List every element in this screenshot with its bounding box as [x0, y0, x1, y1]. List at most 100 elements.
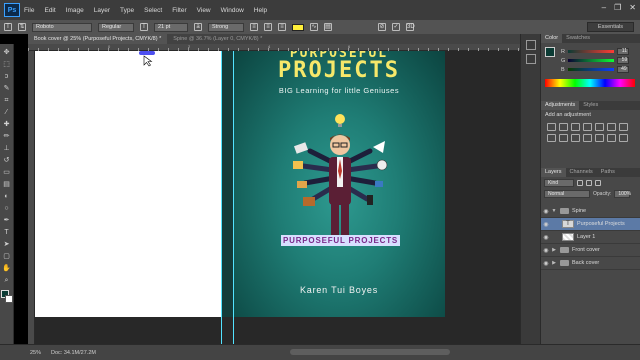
layer-row-spine[interactable]: ◉ ▼ Spine: [541, 205, 640, 218]
3d-icon[interactable]: 3D: [406, 23, 415, 31]
curves-icon[interactable]: [571, 123, 580, 131]
color-lookup-icon[interactable]: [583, 134, 592, 142]
tab-layers[interactable]: Layers: [541, 168, 566, 177]
character-panel-icon[interactable]: ▤: [324, 23, 332, 31]
menu-item-file[interactable]: File: [24, 7, 34, 14]
posterize-icon[interactable]: [607, 134, 616, 142]
type-tool-icon[interactable]: T: [2, 228, 11, 237]
blue-value[interactable]: 49: [616, 66, 629, 73]
gradient-tool-icon[interactable]: ▤: [2, 180, 11, 189]
canvas-workspace[interactable]: PURPOSEFUL PROJECTS BIG Learning for lit…: [35, 51, 520, 345]
menu-item-type[interactable]: Type: [120, 7, 134, 14]
eraser-tool-icon[interactable]: ▭: [2, 168, 11, 177]
menu-item-window[interactable]: Window: [221, 7, 244, 14]
guide-line[interactable]: [221, 51, 222, 345]
antialias-select[interactable]: Strong: [208, 22, 244, 32]
brush-tool-icon[interactable]: ✏: [2, 132, 11, 141]
purposeful-projects-text-layer[interactable]: PURPOSEFUL PROJECTS: [281, 235, 401, 246]
doc-size[interactable]: Doc: 34.1M/27.2M: [51, 350, 96, 356]
tab-channels[interactable]: Channels: [566, 168, 597, 177]
opacity-input[interactable]: 100%: [614, 190, 631, 198]
horizontal-scrollbar[interactable]: [290, 349, 450, 355]
spine-area[interactable]: [221, 51, 233, 317]
back-cover-area[interactable]: [35, 51, 221, 317]
blur-tool-icon[interactable]: ◐: [2, 192, 11, 201]
tab-spine[interactable]: Spine @ 36.7% (Layer 0, CMYK/8) *: [167, 34, 268, 44]
move-tool-icon[interactable]: ✥: [2, 48, 11, 57]
history-icon[interactable]: [525, 40, 536, 50]
threshold-icon[interactable]: [619, 134, 628, 142]
menu-item-filter[interactable]: Filter: [172, 7, 186, 14]
menu-item-edit[interactable]: Edit: [44, 7, 55, 14]
font-family-select[interactable]: Roboto: [32, 22, 92, 32]
align-right-icon[interactable]: ≡: [278, 23, 286, 31]
text-color-swatch[interactable]: [292, 23, 304, 31]
lasso-tool-icon[interactable]: ↄ: [2, 72, 11, 81]
zoom-level[interactable]: 25%: [30, 350, 41, 356]
red-slider[interactable]: [567, 50, 614, 53]
tab-book-cover[interactable]: Book cover @ 25% (Purposeful Projects, C…: [28, 34, 168, 44]
quick-select-tool-icon[interactable]: ✎: [2, 84, 11, 93]
pen-tool-icon[interactable]: ✒: [2, 216, 11, 225]
invert-icon[interactable]: [595, 134, 604, 142]
font-style-select[interactable]: Regular: [98, 22, 134, 32]
filter-type-icon[interactable]: [595, 180, 601, 186]
tab-styles[interactable]: Styles: [579, 101, 602, 110]
restore-icon[interactable]: ❐: [614, 3, 621, 12]
menu-item-view[interactable]: View: [197, 7, 211, 14]
healing-tool-icon[interactable]: ✚: [2, 120, 11, 129]
crop-tool-icon[interactable]: ⌗: [2, 96, 11, 105]
type-tool-icon[interactable]: T: [4, 23, 12, 31]
collapsed-arrow-icon[interactable]: ▶: [551, 247, 557, 253]
close-icon[interactable]: ✕: [629, 3, 636, 12]
menu-item-select[interactable]: Select: [144, 7, 162, 14]
green-slider[interactable]: [568, 59, 615, 62]
foreground-swatch[interactable]: [545, 47, 555, 57]
eyedropper-tool-icon[interactable]: ⁄: [2, 108, 11, 117]
layer-row-layer-1[interactable]: ◉ Layer 1: [541, 231, 640, 244]
warp-text-icon[interactable]: ∿: [310, 23, 318, 31]
hue-icon[interactable]: [607, 123, 616, 131]
hand-tool-icon[interactable]: ✋: [2, 264, 11, 273]
dodge-tool-icon[interactable]: ○: [2, 204, 11, 213]
layer-kind-filter[interactable]: Kind: [544, 179, 574, 187]
brightness-icon[interactable]: [547, 123, 556, 131]
visibility-eye-icon[interactable]: ◉: [541, 234, 551, 241]
filter-pixel-icon[interactable]: [577, 180, 583, 186]
align-left-icon[interactable]: ≡: [250, 23, 258, 31]
cancel-icon[interactable]: ⊘: [378, 23, 386, 31]
shape-tool-icon[interactable]: ▢: [2, 252, 11, 261]
black-white-icon[interactable]: [547, 134, 556, 142]
properties-icon[interactable]: [525, 54, 536, 64]
filter-adjust-icon[interactable]: [586, 180, 592, 186]
history-brush-tool-icon[interactable]: ↺: [2, 156, 11, 165]
menu-item-layer[interactable]: Layer: [94, 7, 110, 14]
workspace-switcher[interactable]: Essentials: [586, 22, 634, 32]
menu-item-help[interactable]: Help: [254, 7, 267, 14]
visibility-eye-icon[interactable]: ◉: [541, 260, 551, 267]
exposure-icon[interactable]: [583, 123, 592, 131]
levels-icon[interactable]: [559, 123, 568, 131]
minimize-icon[interactable]: –: [602, 3, 606, 12]
green-value[interactable]: 59: [617, 57, 630, 64]
collapsed-arrow-icon[interactable]: ▶: [551, 260, 557, 266]
tab-color[interactable]: Color: [541, 34, 563, 43]
tab-paths[interactable]: Paths: [597, 168, 619, 177]
vertical-ruler[interactable]: [28, 51, 35, 345]
visibility-eye-icon[interactable]: ◉: [541, 247, 551, 254]
guide-line[interactable]: [233, 51, 234, 345]
layer-row-purposeful-projects[interactable]: ◉ T Purposeful Projects: [541, 218, 640, 231]
photo-filter-icon[interactable]: [559, 134, 568, 142]
orientation-toggle-icon[interactable]: ⇅: [18, 23, 26, 31]
tab-adjustments[interactable]: Adjustments: [541, 101, 580, 110]
blue-slider[interactable]: [567, 68, 614, 71]
path-select-tool-icon[interactable]: ➤: [2, 240, 11, 249]
visibility-eye-icon[interactable]: ◉: [541, 221, 551, 228]
color-ramp[interactable]: [545, 79, 635, 87]
red-value[interactable]: 11: [616, 48, 629, 55]
channel-mixer-icon[interactable]: [571, 134, 580, 142]
marquee-tool-icon[interactable]: ⬚: [2, 60, 11, 69]
stamp-tool-icon[interactable]: ⊥: [2, 144, 11, 153]
layer-row-back-cover[interactable]: ◉ ▶ Back cover: [541, 257, 640, 270]
tab-swatches[interactable]: Swatches: [562, 34, 594, 43]
